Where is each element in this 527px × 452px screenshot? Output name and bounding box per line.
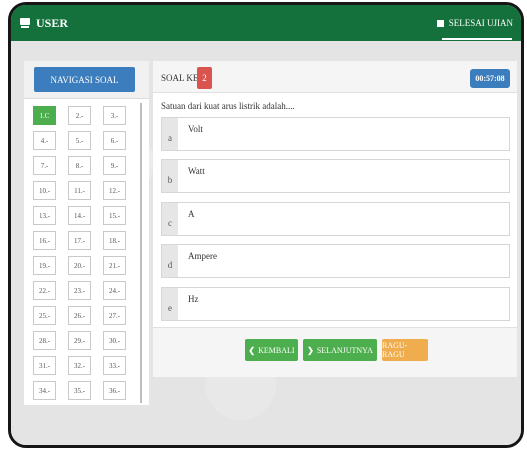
option-text: Hz: [188, 294, 199, 304]
question-nav-button[interactable]: 31.-: [33, 356, 56, 375]
question-nav-button[interactable]: 28.-: [33, 331, 56, 350]
question-nav-button[interactable]: 26.-: [68, 306, 91, 325]
question-nav-button[interactable]: 3.-: [103, 106, 126, 125]
option-text: Volt: [188, 124, 203, 134]
question-nav-button[interactable]: 29.-: [68, 331, 91, 350]
question-nav-button[interactable]: 16.-: [33, 231, 56, 250]
question-nav-button[interactable]: 11.-: [68, 181, 91, 200]
question-nav-button[interactable]: 17.-: [68, 231, 91, 250]
question-header: SOAL KE 2 00:57:08: [153, 61, 517, 93]
question-text: Satuan dari kuat arus listrik adalah....: [161, 101, 295, 111]
next-label: SELANJUTNYA: [316, 345, 373, 355]
next-button[interactable]: ❯ SELANJUTNYA: [303, 339, 377, 361]
option-text: Watt: [188, 166, 205, 176]
question-nav-button[interactable]: 25.-: [33, 306, 56, 325]
nav-scrollbar[interactable]: [140, 103, 142, 403]
chevron-right-icon: ❯: [307, 345, 314, 355]
question-nav-button[interactable]: 19.-: [33, 256, 56, 275]
option-letter: d: [162, 245, 178, 277]
monitor-icon: [20, 17, 30, 29]
finish-exam-label: SELESAI UJIAN: [448, 18, 513, 28]
question-nav-button[interactable]: 6.-: [103, 131, 126, 150]
question-nav-button[interactable]: 20.-: [68, 256, 91, 275]
nav-toggle-button[interactable]: NAVIGASI SOAL: [34, 67, 135, 92]
question-nav-button[interactable]: 23.-: [68, 281, 91, 300]
option-text: Ampere: [188, 251, 217, 261]
option-letter: b: [162, 160, 178, 192]
question-nav-button[interactable]: 36.-: [103, 381, 126, 400]
question-nav-button[interactable]: 35.-: [68, 381, 91, 400]
question-number-label: SOAL KE: [161, 73, 199, 83]
nav-scroll-area: 1.C 2.- 3.- 4.- 5.- 6.- 7.- 8.- 9.- 10.- 11.- 12.- 1…: [24, 99, 149, 405]
question-nav-button[interactable]: 1.C: [33, 106, 56, 125]
question-nav-button[interactable]: 2.-: [68, 106, 91, 125]
question-nav-button[interactable]: 14.-: [68, 206, 91, 225]
option-c[interactable]: c A: [161, 202, 510, 236]
question-nav-button[interactable]: 9.-: [103, 156, 126, 175]
content-area: NAVIGASI SOAL 1.C 2.- 3.- 4.- 5.- 6.- 7.- 8.- 9.…: [11, 41, 521, 445]
user-label: USER: [36, 15, 69, 30]
question-footer: ❮ KEMBALI ❯ SELANJUTNYA RAGU-RAGU: [153, 327, 517, 377]
doubt-button[interactable]: RAGU-RAGU: [382, 339, 428, 361]
question-nav-button[interactable]: 21.-: [103, 256, 126, 275]
option-letter: e: [162, 288, 178, 320]
question-nav-button[interactable]: 30.-: [103, 331, 126, 350]
question-nav-button[interactable]: 8.-: [68, 156, 91, 175]
question-nav-button[interactable]: 27.-: [103, 306, 126, 325]
back-button[interactable]: ❮ KEMBALI: [245, 339, 298, 361]
user-brand: USER: [20, 16, 68, 31]
question-number-badge: 2: [197, 67, 212, 89]
option-text: A: [188, 209, 195, 219]
question-nav-button[interactable]: 13.-: [33, 206, 56, 225]
option-b[interactable]: b Watt: [161, 159, 510, 193]
finish-exam-button[interactable]: SELESAI UJIAN: [436, 18, 513, 28]
timer-badge: 00:57:08: [470, 69, 510, 88]
question-nav-button[interactable]: 24.-: [103, 281, 126, 300]
question-nav-button[interactable]: 18.-: [103, 231, 126, 250]
question-nav-button[interactable]: 34.-: [33, 381, 56, 400]
back-label: KEMBALI: [258, 345, 295, 355]
question-nav-button[interactable]: 7.-: [33, 156, 56, 175]
option-letter: a: [162, 118, 178, 150]
option-a[interactable]: a Volt: [161, 117, 510, 151]
finish-underline: [442, 38, 512, 40]
top-bar: USER SELESAI UJIAN: [11, 5, 521, 41]
question-nav-button[interactable]: 12.-: [103, 181, 126, 200]
navigation-panel: NAVIGASI SOAL 1.C 2.- 3.- 4.- 5.- 6.- 7.- 8.- 9.…: [24, 61, 149, 405]
question-panel: SOAL KE 2 00:57:08 Satuan dari kuat arus…: [153, 61, 517, 377]
chevron-left-icon: ❮: [248, 345, 256, 355]
question-number-grid: 1.C 2.- 3.- 4.- 5.- 6.- 7.- 8.- 9.- 10.- 11.- 12.- 1…: [33, 106, 126, 405]
question-nav-button[interactable]: 22.-: [33, 281, 56, 300]
question-nav-button[interactable]: 15.-: [103, 206, 126, 225]
option-e[interactable]: e Hz: [161, 287, 510, 321]
device-frame: USER SELESAI UJIAN NAVIGASI SOAL 1.C 2.- 3…: [8, 2, 524, 448]
stop-icon: [436, 19, 444, 27]
question-nav-button[interactable]: 4.-: [33, 131, 56, 150]
option-letter: c: [162, 203, 178, 235]
question-nav-button[interactable]: 5.-: [68, 131, 91, 150]
question-nav-button[interactable]: 10.-: [33, 181, 56, 200]
question-nav-button[interactable]: 33.-: [103, 356, 126, 375]
option-d[interactable]: d Ampere: [161, 244, 510, 278]
question-nav-button[interactable]: 32.-: [68, 356, 91, 375]
